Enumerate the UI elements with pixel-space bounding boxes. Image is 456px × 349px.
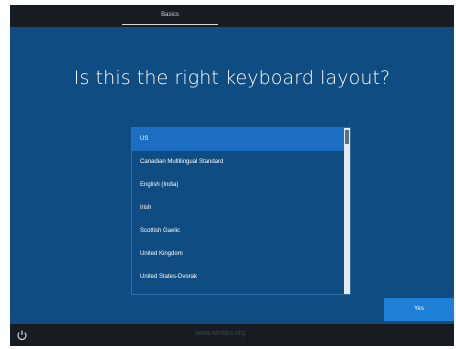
oobe-window: Basics Is this the right keyboard layout… bbox=[10, 5, 454, 346]
top-bar: Basics bbox=[10, 5, 454, 27]
list-item-english-india[interactable]: English (India) bbox=[132, 174, 344, 197]
yes-button[interactable]: Yes bbox=[384, 298, 454, 321]
keyboard-layout-list[interactable]: US Canadian Multilingual Standard Englis… bbox=[131, 127, 351, 295]
list-item-us[interactable]: US bbox=[132, 128, 344, 151]
list-item-irish[interactable]: Irish bbox=[132, 197, 344, 220]
list-scrollbar[interactable] bbox=[344, 128, 350, 294]
ease-of-access-icon[interactable] bbox=[16, 329, 28, 341]
list-item-united-kingdom[interactable]: United Kingdom bbox=[132, 243, 344, 266]
list-item-united-states-dvorak[interactable]: United States-Dvorak bbox=[132, 266, 344, 289]
list-item-canadian-multilingual[interactable]: Canadian Multilingual Standard bbox=[132, 151, 344, 174]
watermark-text: www.wintips.org bbox=[195, 330, 246, 337]
scroll-thumb[interactable] bbox=[345, 130, 349, 144]
tab-basics: Basics bbox=[122, 5, 218, 25]
page-title: Is this the right keyboard layout? bbox=[73, 67, 391, 89]
bottom-bar: www.wintips.org bbox=[10, 324, 454, 346]
list-item-scottish-gaelic[interactable]: Scottish Gaelic bbox=[132, 220, 344, 243]
